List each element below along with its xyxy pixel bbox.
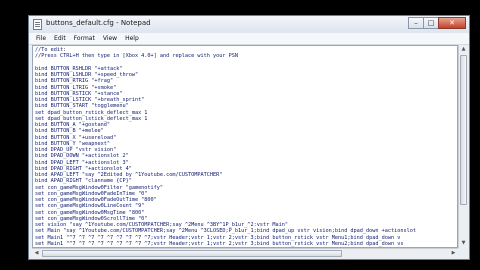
vertical-scrollbar[interactable]: ▲ ▼ <box>458 45 468 248</box>
title-bar[interactable]: buttons_default.cfg - Notepad – □ ✕ <box>29 16 469 34</box>
menu-edit[interactable]: Edit <box>50 33 70 44</box>
menu-file[interactable]: File <box>32 33 50 44</box>
editor-text: //To edit://Press CTRL+H then type in [X… <box>35 47 457 247</box>
menu-bar: File Edit Format View Help <box>29 33 469 45</box>
text-editor[interactable]: //To edit://Press CTRL+H then type in [X… <box>32 45 458 248</box>
horizontal-scrollbar[interactable]: ◀ ▶ <box>32 248 458 258</box>
vertical-scroll-thumb[interactable] <box>460 55 467 205</box>
minimize-button[interactable]: – <box>408 17 424 29</box>
text-line: set Main "say ^1Youtube.com/CUSTOMPATCHE… <box>35 228 417 235</box>
menu-help[interactable]: Help <box>121 33 143 44</box>
notepad-icon <box>33 19 42 30</box>
close-button[interactable]: ✕ <box>438 17 466 29</box>
horizontal-scroll-thumb[interactable] <box>42 250 342 257</box>
menu-view[interactable]: View <box>99 33 121 44</box>
maximize-button[interactable]: □ <box>423 17 439 29</box>
window-controls: – □ ✕ <box>408 17 466 30</box>
scroll-down-arrow-icon[interactable]: ▼ <box>459 239 468 248</box>
screen-background: buttons_default.cfg - Notepad – □ ✕ File… <box>0 0 480 270</box>
scroll-left-arrow-icon[interactable]: ◀ <box>32 249 41 258</box>
menu-format[interactable]: Format <box>70 33 99 44</box>
scroll-right-arrow-icon[interactable]: ▶ <box>449 249 458 258</box>
window-title: buttons_default.cfg - Notepad <box>46 19 151 27</box>
text-line: set Main1 "^7 ^7 ^7 ^7 ^7 ^7 ^7 ^7 ^7;vs… <box>35 234 401 241</box>
notepad-window: buttons_default.cfg - Notepad – □ ✕ File… <box>28 15 470 260</box>
scroll-up-arrow-icon[interactable]: ▲ <box>459 45 468 54</box>
